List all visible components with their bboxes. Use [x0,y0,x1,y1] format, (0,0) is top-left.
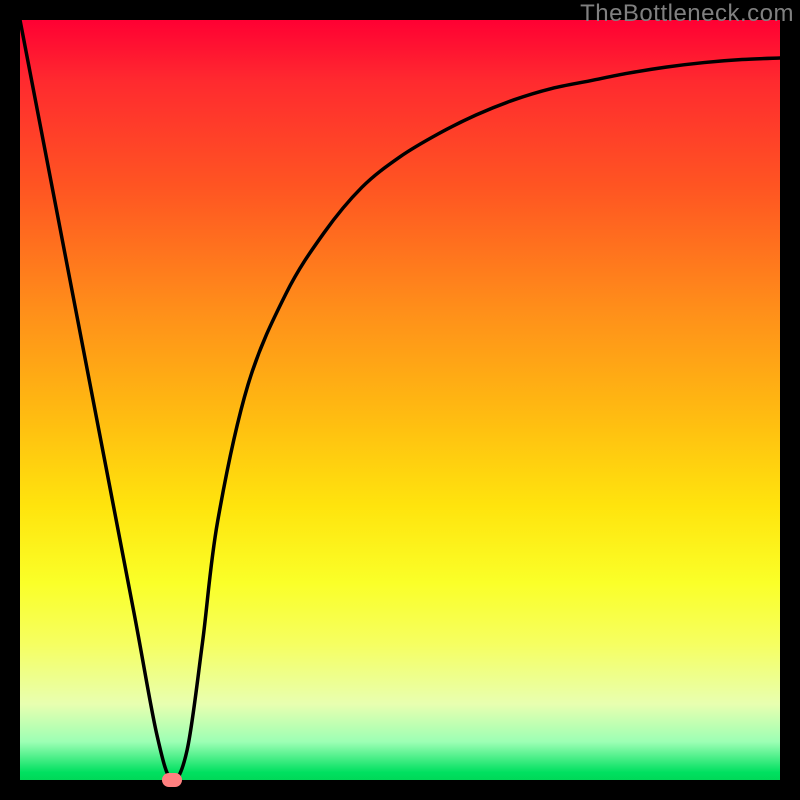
watermark-text: TheBottleneck.com [580,0,794,28]
min-value-marker [162,773,182,787]
chart-frame [20,20,780,780]
bottleneck-curve-path [20,20,780,780]
bottleneck-curve [20,20,780,780]
